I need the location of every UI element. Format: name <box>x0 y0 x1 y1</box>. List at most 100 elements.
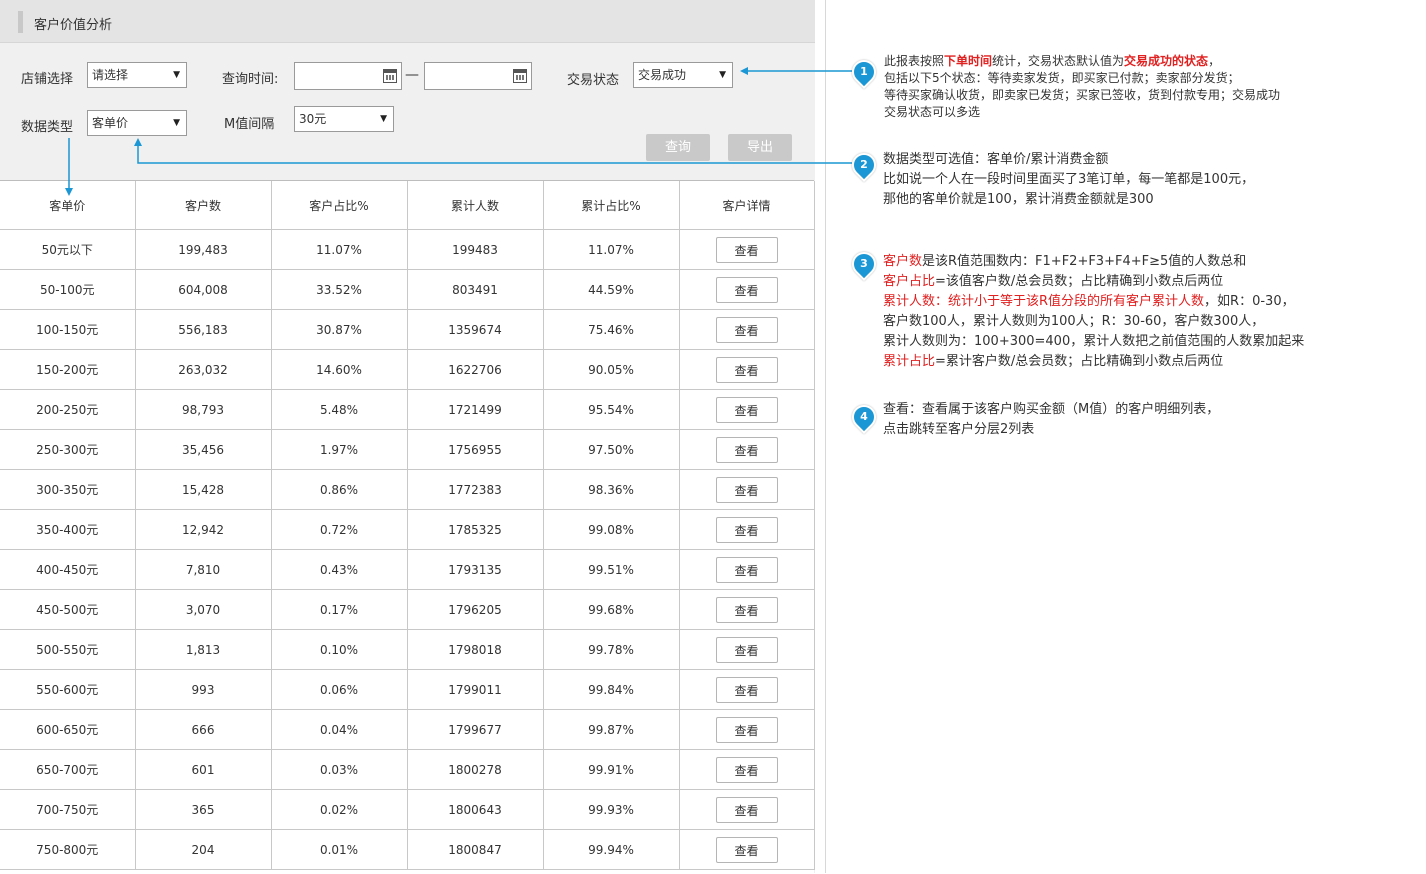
table-cell: 803491 <box>407 269 544 310</box>
table-cell: 0.04% <box>271 709 408 750</box>
table-cell: 35,456 <box>135 429 272 470</box>
table-cell: 1800278 <box>407 749 544 790</box>
table-cell: 1,813 <box>135 629 272 670</box>
view-detail-button[interactable]: 查看 <box>715 476 778 503</box>
view-detail-button[interactable]: 查看 <box>715 316 778 343</box>
time-label: 查询时间: <box>222 72 279 87</box>
view-detail-button[interactable]: 查看 <box>715 596 778 623</box>
table-cell: 0.43% <box>271 549 408 590</box>
date-separator: — <box>405 67 419 83</box>
type-select[interactable]: 客单价 ▼ <box>87 110 187 136</box>
table-cell: 查看 <box>679 389 815 430</box>
annotation-marker-3: 3 <box>847 247 881 281</box>
table-cell: 99.94% <box>543 829 680 870</box>
table-cell: 90.05% <box>543 349 680 390</box>
table-cell: 0.01% <box>271 829 408 870</box>
view-detail-button[interactable]: 查看 <box>715 396 778 423</box>
annotation-marker-2: 2 <box>847 148 881 182</box>
table-cell: 1793135 <box>407 549 544 590</box>
view-detail-button[interactable]: 查看 <box>715 556 778 583</box>
table-row: 650-700元 601 0.03% 1800278 99.91% 查看 <box>0 749 815 790</box>
type-label: 数据类型 <box>21 120 74 135</box>
view-detail-button[interactable]: 查看 <box>715 836 778 863</box>
table-cell: 99.51% <box>543 549 680 590</box>
table-cell: 1799677 <box>407 709 544 750</box>
table-cell: 750-800元 <box>0 829 136 870</box>
view-detail-button[interactable]: 查看 <box>715 236 778 263</box>
column-header: 客户数 <box>135 181 272 230</box>
table-cell: 250-300元 <box>0 429 136 470</box>
table-cell: 15,428 <box>135 469 272 510</box>
annotation-4: 查看：查看属于该客户购买金额（M值）的客户明细列表， 点击跳转至客户分层2列表 <box>883 402 1220 437</box>
table-cell: 200-250元 <box>0 389 136 430</box>
annotation-3: 客户数是该R值范围数内：F1+F2+F3+F4+F≥5值的人数总和 客户占比=该… <box>883 254 1305 369</box>
table-cell: 14.60% <box>271 349 408 390</box>
status-select[interactable]: 交易成功 ▼ <box>633 62 733 88</box>
export-button[interactable]: 导出 <box>728 134 792 161</box>
end-date-input[interactable] <box>424 62 532 90</box>
chevron-down-icon: ▼ <box>380 114 387 124</box>
view-detail-button[interactable]: 查看 <box>715 676 778 703</box>
table-row: 550-600元 993 0.06% 1799011 99.84% 查看 <box>0 669 815 710</box>
table-cell: 666 <box>135 709 272 750</box>
table-cell: 99.68% <box>543 589 680 630</box>
table-cell: 150-200元 <box>0 349 136 390</box>
table-row: 200-250元 98,793 5.48% 1721499 95.54% 查看 <box>0 389 815 430</box>
table-cell: 查看 <box>679 749 815 790</box>
table-cell: 601 <box>135 749 272 790</box>
table-cell: 98.36% <box>543 469 680 510</box>
query-button[interactable]: 查询 <box>646 134 710 161</box>
table-cell: 263,032 <box>135 349 272 390</box>
calendar-icon[interactable] <box>383 69 397 83</box>
table-cell: 99.87% <box>543 709 680 750</box>
status-label: 交易状态 <box>567 73 620 88</box>
table-cell: 查看 <box>679 469 815 510</box>
column-header: 累计占比% <box>543 181 680 230</box>
table-cell: 95.54% <box>543 389 680 430</box>
table-row: 400-450元 7,810 0.43% 1793135 99.51% 查看 <box>0 549 815 590</box>
table-cell: 30.87% <box>271 309 408 350</box>
data-table: 客单价 客户数 客户占比% 累计人数 累计占比% 客户详情 50元以下 199,4… <box>0 180 815 874</box>
table-row: 700-750元 365 0.02% 1800643 99.93% 查看 <box>0 789 815 830</box>
table-row: 50-100元 604,008 33.52% 803491 44.59% 查看 <box>0 269 815 310</box>
table-cell: 600-650元 <box>0 709 136 750</box>
table-row: 250-300元 35,456 1.97% 1756955 97.50% 查看 <box>0 429 815 470</box>
shop-label: 店铺选择 <box>21 72 74 87</box>
panel-divider <box>825 0 826 873</box>
table-cell: 700-750元 <box>0 789 136 830</box>
table-cell: 33.52% <box>271 269 408 310</box>
table-cell: 0.86% <box>271 469 408 510</box>
table-cell: 400-450元 <box>0 549 136 590</box>
table-row: 500-550元 1,813 0.10% 1798018 99.78% 查看 <box>0 629 815 670</box>
start-date-input[interactable] <box>294 62 402 90</box>
view-detail-button[interactable]: 查看 <box>715 516 778 543</box>
view-detail-button[interactable]: 查看 <box>715 276 778 303</box>
table-cell: 11.07% <box>543 229 680 270</box>
view-detail-button[interactable]: 查看 <box>715 356 778 383</box>
interval-select[interactable]: 30元 ▼ <box>294 106 394 132</box>
view-detail-button[interactable]: 查看 <box>715 796 778 823</box>
table-cell: 650-700元 <box>0 749 136 790</box>
table-cell: 查看 <box>679 589 815 630</box>
view-detail-button[interactable]: 查看 <box>715 436 778 463</box>
table-cell: 50-100元 <box>0 269 136 310</box>
type-select-value: 客单价 <box>92 116 129 130</box>
table-cell: 204 <box>135 829 272 870</box>
table-cell: 556,183 <box>135 309 272 350</box>
table-cell: 199,483 <box>135 229 272 270</box>
table-row: 750-800元 204 0.01% 1800847 99.94% 查看 <box>0 829 815 870</box>
view-detail-button[interactable]: 查看 <box>715 636 778 663</box>
table-cell: 99.84% <box>543 669 680 710</box>
table-cell: 0.72% <box>271 509 408 550</box>
table-cell: 查看 <box>679 269 815 310</box>
table-row: 450-500元 3,070 0.17% 1796205 99.68% 查看 <box>0 589 815 630</box>
view-detail-button[interactable]: 查看 <box>715 756 778 783</box>
table-cell: 993 <box>135 669 272 710</box>
shop-select[interactable]: 请选择 ▼ <box>87 62 187 88</box>
view-detail-button[interactable]: 查看 <box>715 716 778 743</box>
calendar-icon[interactable] <box>513 69 527 83</box>
table-cell: 3,070 <box>135 589 272 630</box>
table-cell: 75.46% <box>543 309 680 350</box>
table-cell: 查看 <box>679 829 815 870</box>
table-cell: 550-600元 <box>0 669 136 710</box>
